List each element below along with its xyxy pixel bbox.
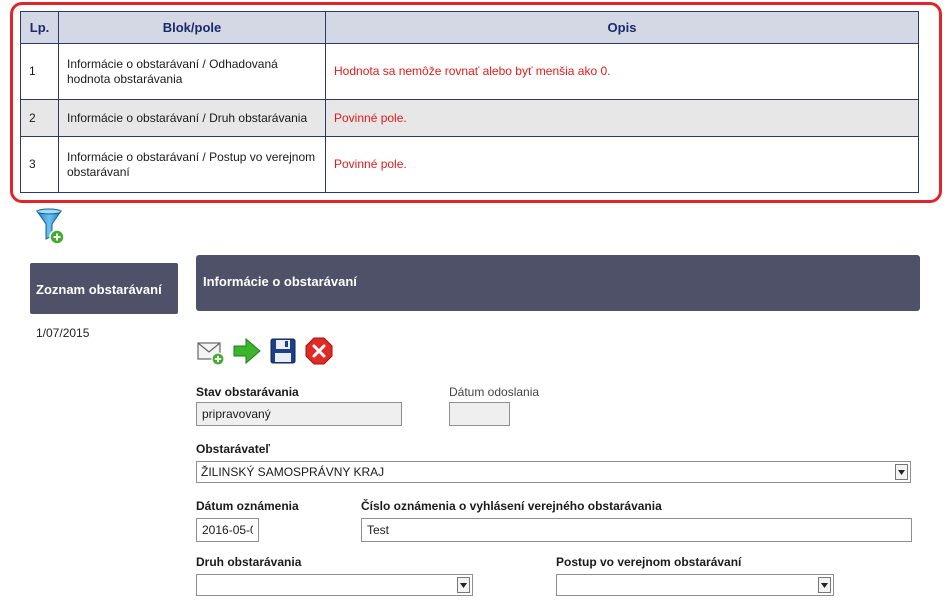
contracting-authority-select[interactable]: ŽILINSKÝ SAMOSPRÁVNY KRAJ bbox=[196, 461, 911, 483]
forward-arrow-icon bbox=[233, 337, 261, 365]
sidebar-item[interactable]: 1/07/2015 bbox=[36, 326, 89, 340]
row-desc: Povinné pole. bbox=[325, 136, 919, 193]
chevron-down-icon[interactable] bbox=[818, 577, 831, 593]
row-lp: 2 bbox=[20, 99, 59, 137]
save-icon bbox=[270, 338, 296, 364]
row-block: Informácie o obstarávaní / Postup vo ver… bbox=[58, 136, 326, 193]
chevron-down-icon[interactable] bbox=[895, 464, 908, 480]
column-header-block: Blok/pole bbox=[58, 11, 326, 44]
procurement-type-label: Druh obstarávania bbox=[196, 555, 302, 569]
row-desc: Povinné pole. bbox=[325, 99, 919, 137]
row-lp: 3 bbox=[20, 136, 59, 193]
row-block: Informácie o obstarávaní / Odhadovaná ho… bbox=[58, 43, 326, 100]
column-header-lp: Lp. bbox=[20, 11, 59, 44]
procurement-type-select[interactable] bbox=[196, 574, 473, 596]
table-row: 3 Informácie o obstarávaní / Postup vo v… bbox=[20, 136, 919, 193]
delete-icon bbox=[305, 337, 333, 365]
new-message-button[interactable] bbox=[196, 335, 226, 367]
delete-button[interactable] bbox=[304, 335, 334, 367]
new-message-icon bbox=[197, 342, 225, 366]
sent-date-label: Dátum odoslania bbox=[449, 385, 540, 399]
status-field[interactable] bbox=[196, 402, 402, 426]
contracting-authority-label: Obstarávateľ bbox=[196, 442, 270, 456]
notice-number-field[interactable] bbox=[361, 518, 912, 542]
filter-add-icon[interactable] bbox=[36, 208, 66, 246]
table-header-row: Lp. Blok/pole Opis bbox=[20, 11, 919, 44]
section-title: Informácie o obstarávaní bbox=[196, 255, 920, 311]
column-header-desc: Opis bbox=[325, 11, 919, 44]
row-lp: 1 bbox=[20, 43, 59, 100]
notice-date-field[interactable] bbox=[196, 518, 259, 542]
procedure-select[interactable] bbox=[556, 574, 834, 596]
sent-date-field[interactable] bbox=[449, 402, 510, 426]
table-row: 2 Informácie o obstarávaní / Druh obstar… bbox=[20, 99, 919, 137]
row-block: Informácie o obstarávaní / Druh obstaráv… bbox=[58, 99, 326, 137]
notice-date-label: Dátum oznámenia bbox=[196, 499, 299, 513]
row-desc: Hodnota sa nemôže rovnať alebo byť menši… bbox=[325, 43, 919, 100]
validation-errors-table: Lp. Blok/pole Opis 1 Informácie o obstar… bbox=[20, 11, 919, 193]
chevron-down-icon[interactable] bbox=[457, 577, 470, 593]
toolbar bbox=[196, 334, 334, 368]
forward-button[interactable] bbox=[232, 335, 262, 367]
procedure-label: Postup vo verejnom obstarávaní bbox=[556, 555, 742, 569]
save-button[interactable] bbox=[268, 335, 298, 367]
status-label: Stav obstarávania bbox=[196, 385, 299, 399]
table-row: 1 Informácie o obstarávaní / Odhadovaná … bbox=[20, 43, 919, 100]
sidebar-title: Zoznam obstarávaní bbox=[30, 263, 178, 314]
contracting-authority-value: ŽILINSKÝ SAMOSPRÁVNY KRAJ bbox=[201, 465, 385, 479]
notice-number-label: Číslo oznámenia o vyhlásení verejného ob… bbox=[361, 499, 662, 513]
